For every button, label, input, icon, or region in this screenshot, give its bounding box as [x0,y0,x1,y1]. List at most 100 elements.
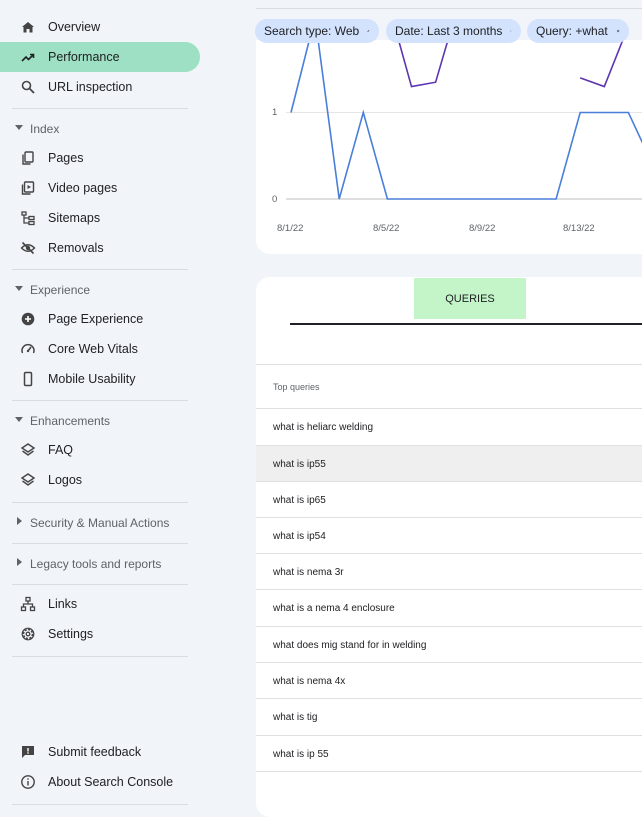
table-row[interactable]: what is ip54 [256,518,642,554]
chip-label: Search type: Web [264,24,360,38]
sidebar: Overview Performance URL inspection Inde… [0,0,200,812]
trending-up-icon [21,53,35,62]
section-enhancements[interactable]: Enhancements [0,410,200,432]
sidebar-divider [12,400,188,401]
layers-icon [20,443,36,456]
caret-down-icon [15,125,23,130]
section-security[interactable]: Security & Manual Actions [0,512,200,534]
section-label: Index [30,122,60,136]
info-icon [21,775,35,789]
sidebar-item-performance[interactable]: Performance [0,42,200,72]
table-row[interactable]: what is heliarc welding [256,409,642,445]
performance-chart [286,40,642,200]
row-divider [256,771,642,772]
sidebar-divider [12,543,188,544]
table-row[interactable]: what is ip65 [256,482,642,518]
sidebar-item-logos[interactable]: Logos [0,465,200,495]
filter-chip-date[interactable]: Date: Last 3 months [386,19,521,43]
y-tick-label: 1 [272,107,278,118]
section-label: Legacy tools and reports [30,557,162,571]
sidebar-item-faq[interactable]: FAQ [0,435,200,465]
section-experience[interactable]: Experience [0,279,200,301]
sidebar-item-video-pages[interactable]: Video pages [0,173,200,203]
gear-icon [21,627,35,641]
sidebar-item-label: Mobile Usability [48,372,136,386]
table-row[interactable]: what is ip 55 [256,736,642,772]
sidebar-divider [12,502,188,503]
layers-icon [20,473,36,486]
tab-divider [290,323,642,325]
table-row[interactable]: what does mig stand for in welding [256,627,642,663]
sidebar-item-url-inspection[interactable]: URL inspection [0,72,200,102]
x-tick-label: 8/9/22 [469,223,496,234]
edit-icon[interactable] [367,25,370,37]
sidebar-item-label: Links [48,597,78,611]
video-page-icon [21,181,35,195]
query-cell: what is ip 55 [273,749,329,760]
sidebar-item-label: Pages [48,151,84,165]
series-line-purple [397,40,449,88]
sidebar-item-mobile-usability[interactable]: Mobile Usability [0,364,200,394]
table-row[interactable]: what is tig [256,699,642,735]
sidebar-item-label: Settings [48,627,94,641]
sidebar-item-sitemaps[interactable]: Sitemaps [0,203,200,233]
table-divider [256,364,642,365]
sidebar-item-label: FAQ [48,443,74,457]
series-line-purple [579,40,624,88]
query-cell: what is ip65 [273,495,326,506]
section-index[interactable]: Index [0,118,200,140]
query-cell: what is tig [273,712,318,723]
filter-chip-search-type[interactable]: Search type: Web [255,19,379,43]
visibility-off-icon [20,241,36,255]
y-tick-label: 0 [272,194,278,205]
sidebar-item-about[interactable]: About Search Console [0,767,200,797]
sidebar-item-page-experience[interactable]: Page Experience [0,304,200,334]
sidebar-item-label: Sitemaps [48,211,101,225]
sidebar-item-removals[interactable]: Removals [0,233,200,263]
sidebar-item-label: Removals [48,241,104,255]
query-cell: what is a nema 4 enclosure [273,603,395,614]
table-row[interactable]: what is a nema 4 enclosure [256,590,642,626]
x-tick-label: 8/1/22 [277,223,304,234]
filter-chip-query[interactable]: Query: +what [527,19,629,43]
close-icon[interactable] [616,25,620,37]
smartphone-icon [23,371,33,387]
add-circle-icon [21,312,35,326]
sidebar-item-label: Performance [48,50,120,64]
x-tick-label: 8/13/22 [563,223,595,234]
sidebar-divider [12,108,188,109]
sidebar-item-label: Page Experience [48,312,144,326]
query-cell: what is nema 3r [273,567,344,578]
section-legacy[interactable]: Legacy tools and reports [0,553,200,575]
sidebar-item-core-web-vitals[interactable]: Core Web Vitals [0,334,200,364]
sidebar-item-links[interactable]: Links [0,589,200,619]
sidebar-item-label: Core Web Vitals [48,342,138,356]
series-line-blue [290,40,642,200]
table-row[interactable]: what is ip55 [256,446,642,482]
sidebar-item-settings[interactable]: Settings [0,619,200,649]
table-row[interactable]: what is nema 4x [256,663,642,699]
tab-queries[interactable]: QUERIES [414,278,526,319]
header-divider [256,8,642,9]
sitemap-icon [21,211,35,226]
sidebar-divider [12,269,188,270]
pages-icon [22,151,34,165]
caret-right-icon [17,517,22,525]
sidebar-divider [12,584,188,585]
sidebar-item-submit-feedback[interactable]: Submit feedback [0,737,200,767]
home-icon [22,22,34,33]
sidebar-divider [12,804,188,805]
section-label: Enhancements [30,414,111,428]
sidebar-item-label: Logos [48,473,83,487]
sidebar-item-overview[interactable]: Overview [0,12,200,42]
caret-right-icon [17,558,22,566]
search-icon [21,80,35,94]
sidebar-item-label: About Search Console [48,775,174,789]
column-header-top-queries[interactable]: Top queries [273,382,320,392]
sidebar-item-label: Overview [48,20,101,34]
x-tick-label: 8/5/22 [373,223,400,234]
edit-icon[interactable] [510,25,512,37]
section-label: Experience [30,283,91,297]
table-row[interactable]: what is nema 3r [256,554,642,590]
sidebar-item-pages[interactable]: Pages [0,143,200,173]
